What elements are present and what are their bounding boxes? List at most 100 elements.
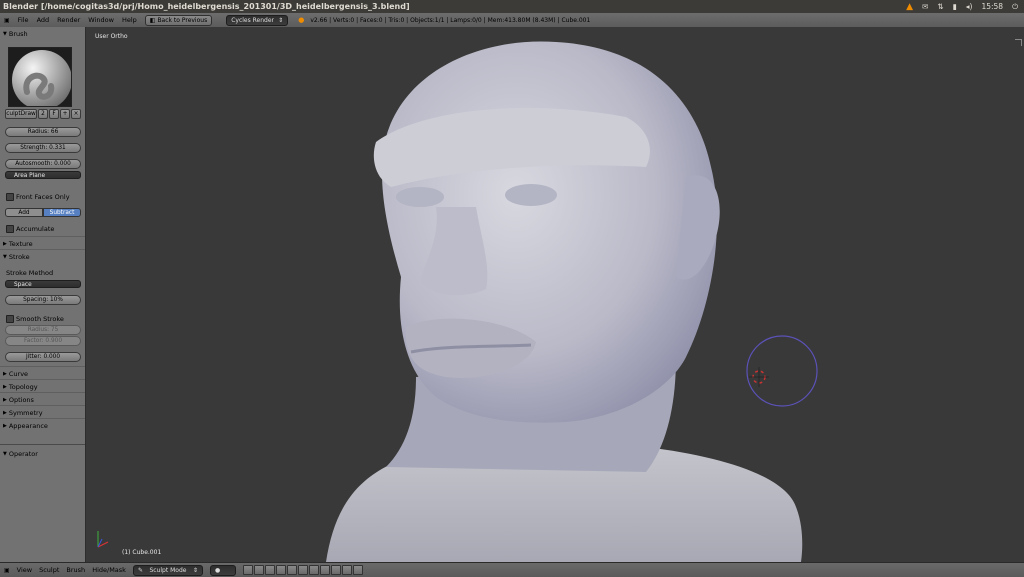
menu-view[interactable]: View [17, 566, 32, 574]
battery-icon[interactable]: ▮ [953, 2, 957, 11]
clock[interactable]: 15:58 [981, 2, 1003, 11]
menu-brush[interactable]: Brush [66, 566, 85, 574]
volume-icon[interactable]: ◂) [966, 2, 973, 11]
symmetry-panel-header[interactable]: ▶ Symmetry [3, 409, 43, 417]
view3d-header: ▣ View Sculpt Brush Hide/Mask ✎ Sculpt M… [0, 562, 1024, 577]
expand-triangle-icon: ▶ [3, 241, 7, 247]
layer-button-2[interactable] [264, 565, 275, 575]
collapse-triangle-icon: ▼ [3, 31, 7, 37]
brush-panel-header[interactable]: ▼ Brush [3, 30, 28, 38]
system-tray: ▲ ✉ ⇅ ▮ ◂) 15:58 ⏻ [906, 0, 1018, 13]
os-top-bar: Blender [/home/cogitas3d/prj/Homo_heidel… [0, 0, 1024, 13]
power-icon[interactable]: ⏻ [1012, 2, 1018, 12]
stroke-method-label: Stroke Method [6, 269, 54, 277]
window-title: Blender [/home/cogitas3d/prj/Homo_heidel… [3, 2, 410, 11]
divider [0, 249, 85, 250]
menu-help[interactable]: Help [122, 16, 137, 24]
smooth-factor-field[interactable]: Factor: 0.900 [5, 336, 81, 346]
menu-window[interactable]: Window [88, 16, 114, 24]
brush-name-field[interactable]: culptDraw [5, 109, 37, 119]
layer-button-7[interactable] [319, 565, 330, 575]
divider [0, 405, 85, 406]
jitter-field[interactable]: Jitter: 0.000 [5, 352, 81, 362]
object-info: (1) Cube.001 [122, 549, 162, 556]
sculpt-mesh [97, 41, 818, 562]
menu-file[interactable]: File [18, 16, 29, 24]
curve-panel-header[interactable]: ▶ Curve [3, 370, 28, 378]
brush-users-field[interactable]: 2 [38, 109, 48, 119]
operator-panel-header[interactable]: ▼ Operator [3, 450, 38, 458]
smooth-radius-field[interactable]: Radius: 75 [5, 325, 81, 335]
layer-button-6[interactable] [308, 565, 319, 575]
expand-triangle-icon: ▶ [3, 371, 7, 377]
info-header: ▣ File Add Render Window Help ◧ Back to … [0, 13, 1024, 28]
accumulate-label: Accumulate [16, 225, 55, 233]
layer-button-3[interactable] [275, 565, 286, 575]
divider [0, 444, 85, 445]
network-icon[interactable]: ⇅ [937, 2, 943, 11]
scene-stats: v2.66 | Verts:0 | Faces:0 | Tris:0 | Obj… [310, 16, 591, 24]
chevron-updown-icon: ⇕ [192, 566, 198, 574]
menu-hide-mask[interactable]: Hide/Mask [92, 566, 126, 574]
render-engine-select[interactable]: Cycles Render ⇕ [226, 14, 289, 26]
stroke-panel-header[interactable]: ▼ Stroke [3, 253, 30, 261]
smooth-stroke-checkbox[interactable] [6, 315, 14, 323]
camera-render-icon[interactable] [352, 565, 363, 575]
mode-select[interactable]: ✎ Sculpt Mode ⇕ [132, 564, 203, 576]
spacing-field[interactable]: Spacing: 10% [5, 295, 81, 305]
tool-shelf: ▼ Brush culptDraw 2 F + × Radius: 66 Stre… [0, 27, 86, 562]
render-preview-icon[interactable] [341, 565, 352, 575]
strength-field[interactable]: Strength: 0.331 [5, 143, 81, 153]
options-panel-header[interactable]: ▶ Options [3, 396, 34, 404]
collapse-triangle-icon: ▼ [3, 451, 7, 457]
divider [0, 366, 85, 367]
brush-thumbnail-icon [12, 50, 72, 110]
layer-button-5[interactable] [297, 565, 308, 575]
back-icon: ◧ [149, 16, 156, 24]
subtract-button[interactable]: Subtract [43, 208, 81, 217]
mail-icon[interactable]: ✉ [922, 2, 928, 11]
3d-cursor-icon [749, 367, 769, 387]
appearance-panel-header[interactable]: ▶ Appearance [3, 422, 48, 430]
direction-toggle: Add Subtract [5, 208, 81, 217]
texture-panel-header[interactable]: ▶ Texture [3, 240, 33, 248]
new-brush-icon[interactable]: + [60, 109, 70, 119]
pivot-icon[interactable] [242, 565, 253, 575]
stroke-method-select[interactable]: Space [5, 280, 81, 288]
lock-layers-icon[interactable] [330, 565, 341, 575]
add-button[interactable]: Add [5, 208, 43, 217]
shading-select[interactable]: ● [209, 564, 236, 576]
brush-mode-icon: ✎ [137, 566, 143, 574]
topology-panel-header[interactable]: ▶ Topology [3, 383, 38, 391]
menu-sculpt[interactable]: Sculpt [39, 566, 59, 574]
editor-type-icon[interactable]: ▣ [4, 567, 10, 574]
plane-select[interactable]: Area Plane [5, 171, 81, 179]
back-to-previous-button[interactable]: ◧ Back to Previous [144, 14, 213, 26]
axis-gizmo-icon [97, 531, 109, 548]
main-menu: File Add Render Window Help [10, 16, 137, 24]
radius-field[interactable]: Radius: 66 [5, 127, 81, 137]
brush-selector: culptDraw 2 F + × [5, 109, 81, 119]
3d-viewport[interactable]: User Ortho (1) Cube.001 [86, 27, 1024, 562]
menu-add[interactable]: Add [37, 16, 50, 24]
expand-triangle-icon: ▶ [3, 410, 7, 416]
autosmooth-field[interactable]: Autosmooth: 0.000 [5, 159, 81, 169]
brush-fake-user-button[interactable]: F [49, 109, 59, 119]
blender-logo-icon: ● [298, 16, 305, 24]
eye-left [396, 187, 444, 207]
expand-triangle-icon: ▶ [3, 384, 7, 390]
front-faces-checkbox[interactable] [6, 193, 14, 201]
vlc-icon[interactable]: ▲ [906, 2, 913, 12]
expand-triangle-icon: ▶ [3, 423, 7, 429]
layer-button-1[interactable] [253, 565, 264, 575]
divider [0, 236, 85, 237]
eye-right [505, 184, 557, 206]
layer-button-4[interactable] [286, 565, 297, 575]
collapse-triangle-icon: ▼ [3, 254, 7, 260]
accumulate-checkbox[interactable] [6, 225, 14, 233]
chevron-updown-icon: ⇕ [278, 16, 284, 24]
unlink-brush-icon[interactable]: × [71, 109, 81, 119]
brush-preview[interactable] [8, 47, 72, 110]
divider [0, 392, 85, 393]
menu-render[interactable]: Render [57, 16, 80, 24]
